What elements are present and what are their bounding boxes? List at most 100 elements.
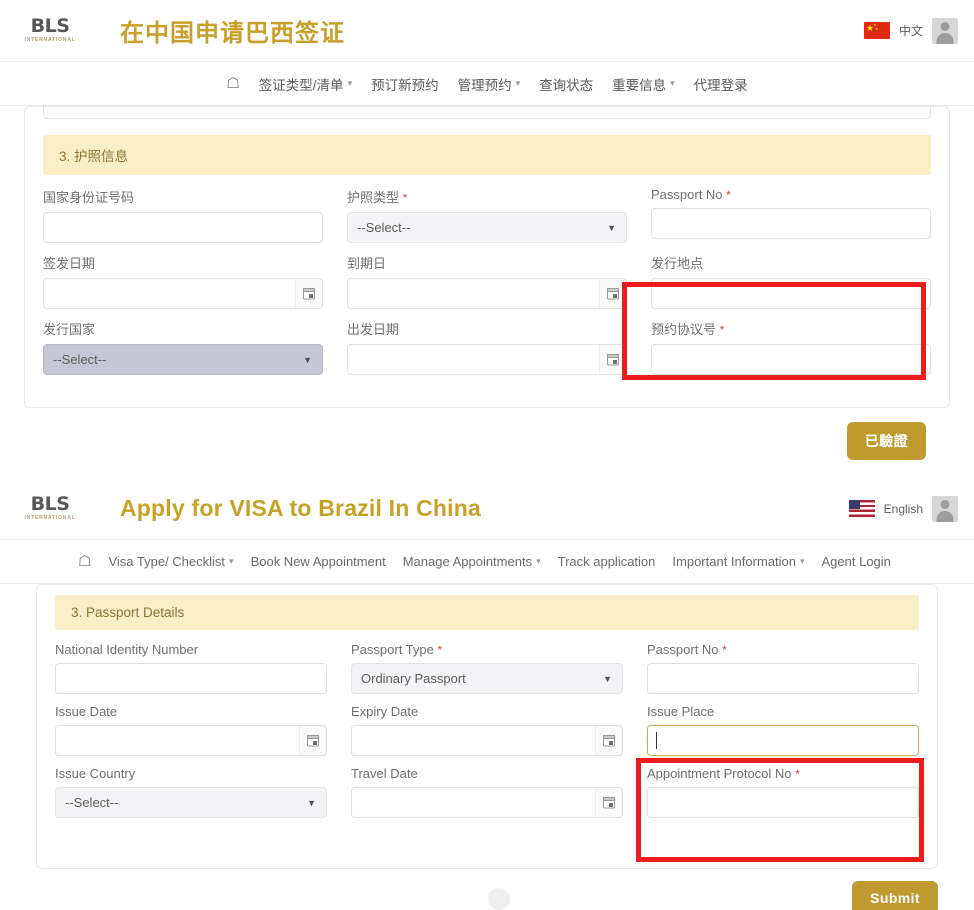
calendar-icon[interactable] [595, 726, 622, 755]
en-field-appointment-protocol-no: Appointment Protocol No * [647, 766, 919, 828]
en-nav-bar: ☖ Visa Type/ Checklist ▾ Book New Appoin… [0, 540, 974, 584]
en-appointment-protocol-no-input[interactable] [647, 787, 919, 818]
cn-field-grid: 国家身份证号码 护照类型 * --Select-- ▼ Passport No … [25, 187, 949, 385]
nav-home-en[interactable]: ☖ [78, 554, 91, 569]
cn-field-passport-type: 护照类型 * --Select-- ▼ [347, 187, 627, 253]
nav-important-information-en[interactable]: Important Information ▾ [672, 554, 804, 569]
user-avatar-icon[interactable] [932, 17, 958, 44]
nav-agent-login-cn[interactable]: 代理登录 [694, 74, 748, 94]
en-language-label[interactable]: English [884, 502, 923, 516]
chevron-down-icon: ▼ [603, 673, 612, 684]
field-label: 发行地点 [651, 256, 704, 271]
required-marker: * [726, 188, 731, 202]
nav-manage-appointments-en[interactable]: Manage Appointments ▾ [403, 554, 541, 569]
cn-language-label[interactable]: 中文 [899, 22, 923, 39]
en-issue-country-select[interactable]: --Select-- ▼ [55, 787, 327, 818]
cn-top-bar-right: ★ ★ ★ 中文 [863, 17, 960, 44]
field-label: Issue Country [55, 766, 136, 781]
required-marker: * [437, 643, 443, 657]
cn-travel-date-wrap [347, 344, 627, 375]
cn-field-passport-no: Passport No * [651, 187, 931, 253]
en-field-issue-date: Issue Date [55, 704, 327, 766]
cn-issue-place-input[interactable] [651, 278, 931, 309]
cn-field-issue-country: 发行国家 --Select-- ▼ [43, 319, 323, 385]
cn-field-issue-place: 发行地点 [651, 253, 931, 319]
nav-home-cn[interactable]: ☖ [226, 76, 239, 91]
nav-visa-type-cn[interactable]: 签证类型/清单 ▾ [259, 74, 352, 94]
cn-flag-icon[interactable]: ★ ★ ★ [863, 22, 890, 39]
en-issue-date-input[interactable] [55, 725, 327, 756]
nav-important-information-cn[interactable]: 重要信息 ▾ [612, 74, 675, 94]
us-flag-icon[interactable] [848, 500, 875, 517]
cn-issue-date-input[interactable] [43, 278, 323, 309]
en-submit-button[interactable]: Submit [852, 881, 938, 910]
cn-passport-card: 3. 护照信息 国家身份证号码 护照类型 * --Select-- ▼ Pass… [24, 106, 950, 408]
en-passport-no-input[interactable] [647, 663, 919, 694]
english-site-panel: BLS INTERNATIONAL Apply for VISA to Braz… [0, 478, 974, 910]
en-expiry-date-input[interactable] [351, 725, 623, 756]
select-value: --Select-- [53, 352, 107, 367]
cn-field-expiry-date: 到期日 [347, 253, 627, 319]
calendar-icon[interactable] [295, 279, 322, 308]
calendar-icon[interactable] [599, 279, 626, 308]
en-national-identity-number-input[interactable] [55, 663, 327, 694]
field-label: Passport Type * [351, 642, 443, 657]
screenshot-root: BLS INTERNATIONAL 在中国申请巴西签证 ★ ★ ★ 中文 ☖ 签证类… [0, 0, 974, 910]
field-label: Appointment Protocol No * [647, 766, 800, 781]
cn-nav-bar: ☖ 签证类型/清单 ▾ 预订新预约 管理预约 ▾ 查询状态 重要信息 ▾ 代理登… [0, 62, 974, 106]
cn-passport-no-input[interactable] [651, 208, 931, 239]
en-travel-date-wrap [351, 787, 623, 818]
cn-form-card-wrap: 3. 护照信息 国家身份证号码 护照类型 * --Select-- ▼ Pass… [0, 106, 974, 460]
en-passport-type-select[interactable]: Ordinary Passport ▼ [351, 663, 623, 694]
cn-passport-type-select[interactable]: --Select-- ▼ [347, 212, 627, 243]
select-value: --Select-- [65, 795, 119, 810]
nav-label: Important Information [672, 554, 796, 569]
chinese-site-panel: BLS INTERNATIONAL 在中国申请巴西签证 ★ ★ ★ 中文 ☖ 签证类… [0, 0, 974, 460]
bls-logo-sub: INTERNATIONAL [24, 515, 76, 522]
nav-label: Book New Appointment [250, 554, 386, 569]
nav-book-appointment-en[interactable]: Book New Appointment [251, 554, 386, 569]
field-label: Expiry Date [351, 704, 419, 719]
en-passport-card: 3. Passport Details National Identity Nu… [36, 584, 938, 869]
en-top-bar: BLS INTERNATIONAL Apply for VISA to Braz… [0, 478, 974, 540]
bls-logo[interactable]: BLS INTERNATIONAL [14, 495, 86, 521]
nav-track-application-cn[interactable]: 查询状态 [539, 74, 593, 94]
cn-travel-date-input[interactable] [347, 344, 627, 375]
cn-page-title: 在中国申请巴西签证 [120, 20, 345, 47]
nav-label: 重要信息 [612, 77, 667, 93]
required-marker: * [719, 323, 725, 337]
nav-visa-type-en[interactable]: Visa Type/ Checklist ▾ [108, 554, 233, 569]
en-issue-place-input[interactable] [647, 725, 919, 756]
en-travel-date-input[interactable] [351, 787, 623, 818]
calendar-icon[interactable] [599, 345, 626, 374]
nav-agent-login-en[interactable]: Agent Login [822, 554, 891, 569]
en-field-passport-no: Passport No * [647, 642, 919, 704]
nav-manage-appointments-cn[interactable]: 管理预约 ▾ [458, 74, 521, 94]
cn-submit-button[interactable]: 已驗證 [846, 422, 926, 460]
calendar-icon[interactable] [595, 788, 622, 817]
calendar-icon[interactable] [299, 726, 326, 755]
en-section-header: 3. Passport Details [55, 595, 919, 630]
nav-book-appointment-cn[interactable]: 预订新预约 [371, 74, 439, 94]
cn-national-identity-number-input[interactable] [43, 212, 323, 243]
cn-field-travel-date: 出发日期 [347, 319, 627, 385]
en-button-row: Submit [36, 869, 938, 910]
cn-issue-date-wrap [43, 278, 323, 309]
bls-logo[interactable]: BLS INTERNATIONAL [14, 17, 86, 43]
cn-appointment-protocol-no-input[interactable] [651, 344, 931, 375]
chevron-down-icon: ▾ [536, 556, 541, 566]
field-label: 出发日期 [347, 322, 400, 337]
required-marker: * [795, 767, 800, 781]
chevron-down-icon: ▾ [229, 556, 234, 566]
user-avatar-icon[interactable] [932, 495, 958, 522]
field-label: Issue Date [55, 704, 118, 719]
field-label: Travel Date [351, 766, 418, 781]
select-value: Ordinary Passport [361, 671, 466, 686]
chevron-down-icon: ▼ [303, 354, 312, 365]
cn-expiry-date-input[interactable] [347, 278, 627, 309]
nav-label: 管理预约 [457, 77, 512, 93]
nav-track-application-en[interactable]: Track application [558, 554, 656, 569]
cn-issue-country-select[interactable]: --Select-- ▼ [43, 344, 323, 375]
chevron-down-icon: ▾ [670, 78, 675, 88]
nav-label: Track application [557, 554, 656, 569]
